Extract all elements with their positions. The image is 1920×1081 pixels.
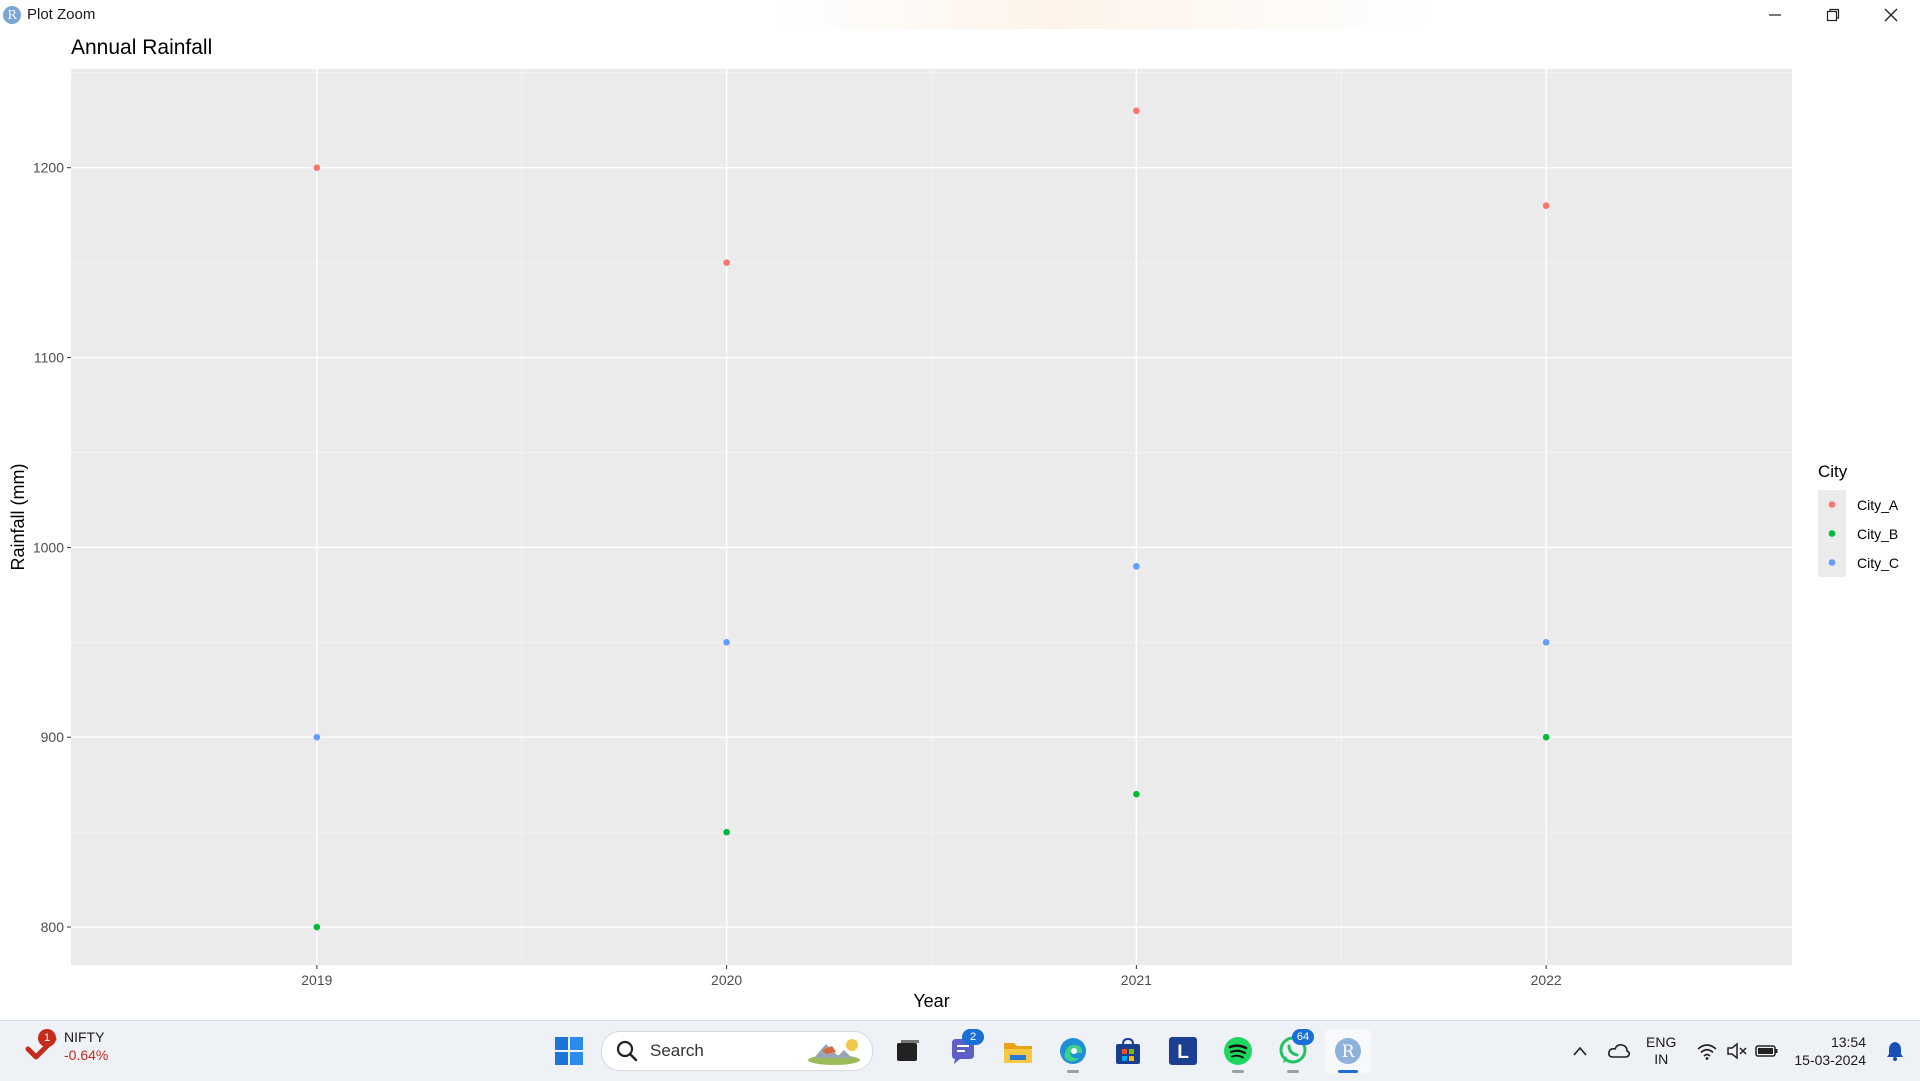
data-point-city_b (1133, 790, 1140, 798)
data-point-city_a (313, 164, 321, 172)
plot-area: 800 900 1000 1100 1200 2019 2020 2021 2022 Year Ra… (0, 29, 1920, 1020)
data-point-city_c (1133, 563, 1140, 570)
x-tick-label: 2019 (301, 972, 332, 988)
data-point-city_b (723, 828, 730, 836)
onedrive-button[interactable] (1600, 1031, 1638, 1071)
search-placeholder: Search (650, 1041, 704, 1060)
chevron-up-icon (1573, 1046, 1587, 1056)
clock-date: 15-03-2024 (1794, 1052, 1866, 1068)
folder-icon (1004, 1043, 1032, 1063)
stock-widget[interactable]: 1 NIFTY -0.64% (24, 1029, 108, 1065)
taskbar-apps: Search 2 L 64 R (546, 1029, 1380, 1073)
rgui-button[interactable]: R (1325, 1029, 1371, 1073)
data-point-city_b (1542, 733, 1550, 741)
data-point-city_a (1133, 107, 1140, 115)
store-icon (1116, 1037, 1140, 1064)
x-tick-label: 2020 (711, 972, 742, 988)
bell-icon (1887, 1042, 1903, 1061)
windows-logo-icon (555, 1037, 583, 1065)
stock-down-icon: 1 (24, 1029, 60, 1065)
language-code: ENG (1646, 1034, 1677, 1050)
close-icon (1884, 8, 1898, 21)
y-tick-label: 1100 (34, 350, 64, 366)
legend-label-city_b: City_B (1857, 526, 1898, 542)
chat-badge: 2 (962, 1029, 984, 1045)
y-tick-label: 1200 (33, 160, 64, 176)
y-axis-title: Rainfall (mm) (8, 463, 28, 570)
x-tick-label: 2022 (1531, 972, 1562, 988)
widget-change: -0.64% (64, 1047, 109, 1063)
r-icon: R (1335, 1038, 1361, 1064)
legend-label-city_c: City_C (1857, 555, 1899, 571)
legend-label-city_a: City_A (1857, 497, 1899, 513)
spotify-icon (1224, 1037, 1252, 1065)
teams-chat-button[interactable]: 2 (940, 1029, 986, 1073)
system-tray: ENG IN 13:54 15-03-2024 (1560, 1021, 1920, 1081)
data-point-city_a (723, 259, 730, 266)
restore-icon (1826, 8, 1840, 21)
data-point-city_a (1542, 202, 1550, 209)
whatsapp-button[interactable]: 64 (1270, 1029, 1316, 1073)
window-controls (1746, 0, 1920, 29)
widget-name: NIFTY (64, 1029, 105, 1045)
show-hidden-icons-button[interactable] (1560, 1031, 1600, 1071)
minimize-icon (1769, 13, 1781, 16)
edge-icon (1060, 1038, 1086, 1064)
data-point-city_c (723, 638, 730, 646)
data-point-city_b (313, 923, 321, 931)
legend-key-city_a (1828, 501, 1836, 508)
legend-title: City (1818, 462, 1848, 481)
y-tick-label: 800 (41, 919, 65, 935)
close-button[interactable] (1862, 0, 1920, 29)
minimize-button[interactable] (1746, 0, 1804, 29)
cloud-icon (1608, 1044, 1631, 1058)
l-app-button[interactable]: L (1160, 1029, 1206, 1073)
spotify-button[interactable] (1215, 1029, 1261, 1073)
region-code: IN (1654, 1051, 1669, 1067)
svg-text:R: R (1342, 1042, 1356, 1062)
battery-charging-icon (1755, 1045, 1778, 1057)
data-point-city_c (313, 733, 321, 741)
store-button[interactable] (1105, 1029, 1151, 1073)
chart-title: Annual Rainfall (71, 36, 213, 59)
search-highlight-illustration-icon (808, 1039, 860, 1065)
battery-button[interactable] (1752, 1031, 1782, 1071)
search-box[interactable]: Search (601, 1031, 873, 1071)
file-explorer-button[interactable] (995, 1029, 1041, 1073)
window-title-bar: R Plot Zoom (0, 0, 1920, 29)
restore-button[interactable] (1804, 0, 1862, 29)
l-letter-icon: L (1169, 1037, 1197, 1065)
task-view-button[interactable] (885, 1029, 931, 1073)
data-point-city_c (1542, 638, 1550, 646)
clock-time: 13:54 (1830, 1034, 1866, 1050)
y-tick-label: 900 (41, 729, 65, 745)
scatter-chart: 800 900 1000 1100 1200 2019 2020 2021 2022 Year Ra… (8, 69, 1899, 1011)
volume-button[interactable] (1722, 1031, 1752, 1071)
wifi-button[interactable] (1692, 1031, 1722, 1071)
whatsapp-badge: 64 (1292, 1029, 1314, 1045)
legend-key-city_b (1828, 530, 1836, 537)
window-title: Plot Zoom (27, 6, 96, 23)
r-app-icon: R (3, 5, 21, 24)
x-tick-label: 2021 (1121, 972, 1152, 988)
edge-button[interactable] (1050, 1029, 1096, 1073)
taskbar: 1 NIFTY -0.64% Search 2 L 64 R ENG IN 13… (0, 1020, 1920, 1081)
y-tick-label: 1000 (33, 539, 64, 555)
legend-key-city_c (1828, 559, 1836, 566)
clock[interactable]: 13:54 15-03-2024 (1794, 1033, 1866, 1069)
language-indicator[interactable]: ENG IN (1646, 1034, 1676, 1068)
volume-muted-icon (1727, 1042, 1747, 1060)
x-axis-title: Year (913, 991, 949, 1011)
svg-text:L: L (1177, 1042, 1189, 1063)
search-icon (616, 1040, 638, 1062)
notifications-button[interactable] (1878, 1031, 1912, 1071)
widget-badge: 1 (38, 1029, 56, 1047)
wifi-icon (1697, 1044, 1717, 1060)
task-view-icon (897, 1040, 919, 1061)
start-button[interactable] (546, 1029, 592, 1073)
